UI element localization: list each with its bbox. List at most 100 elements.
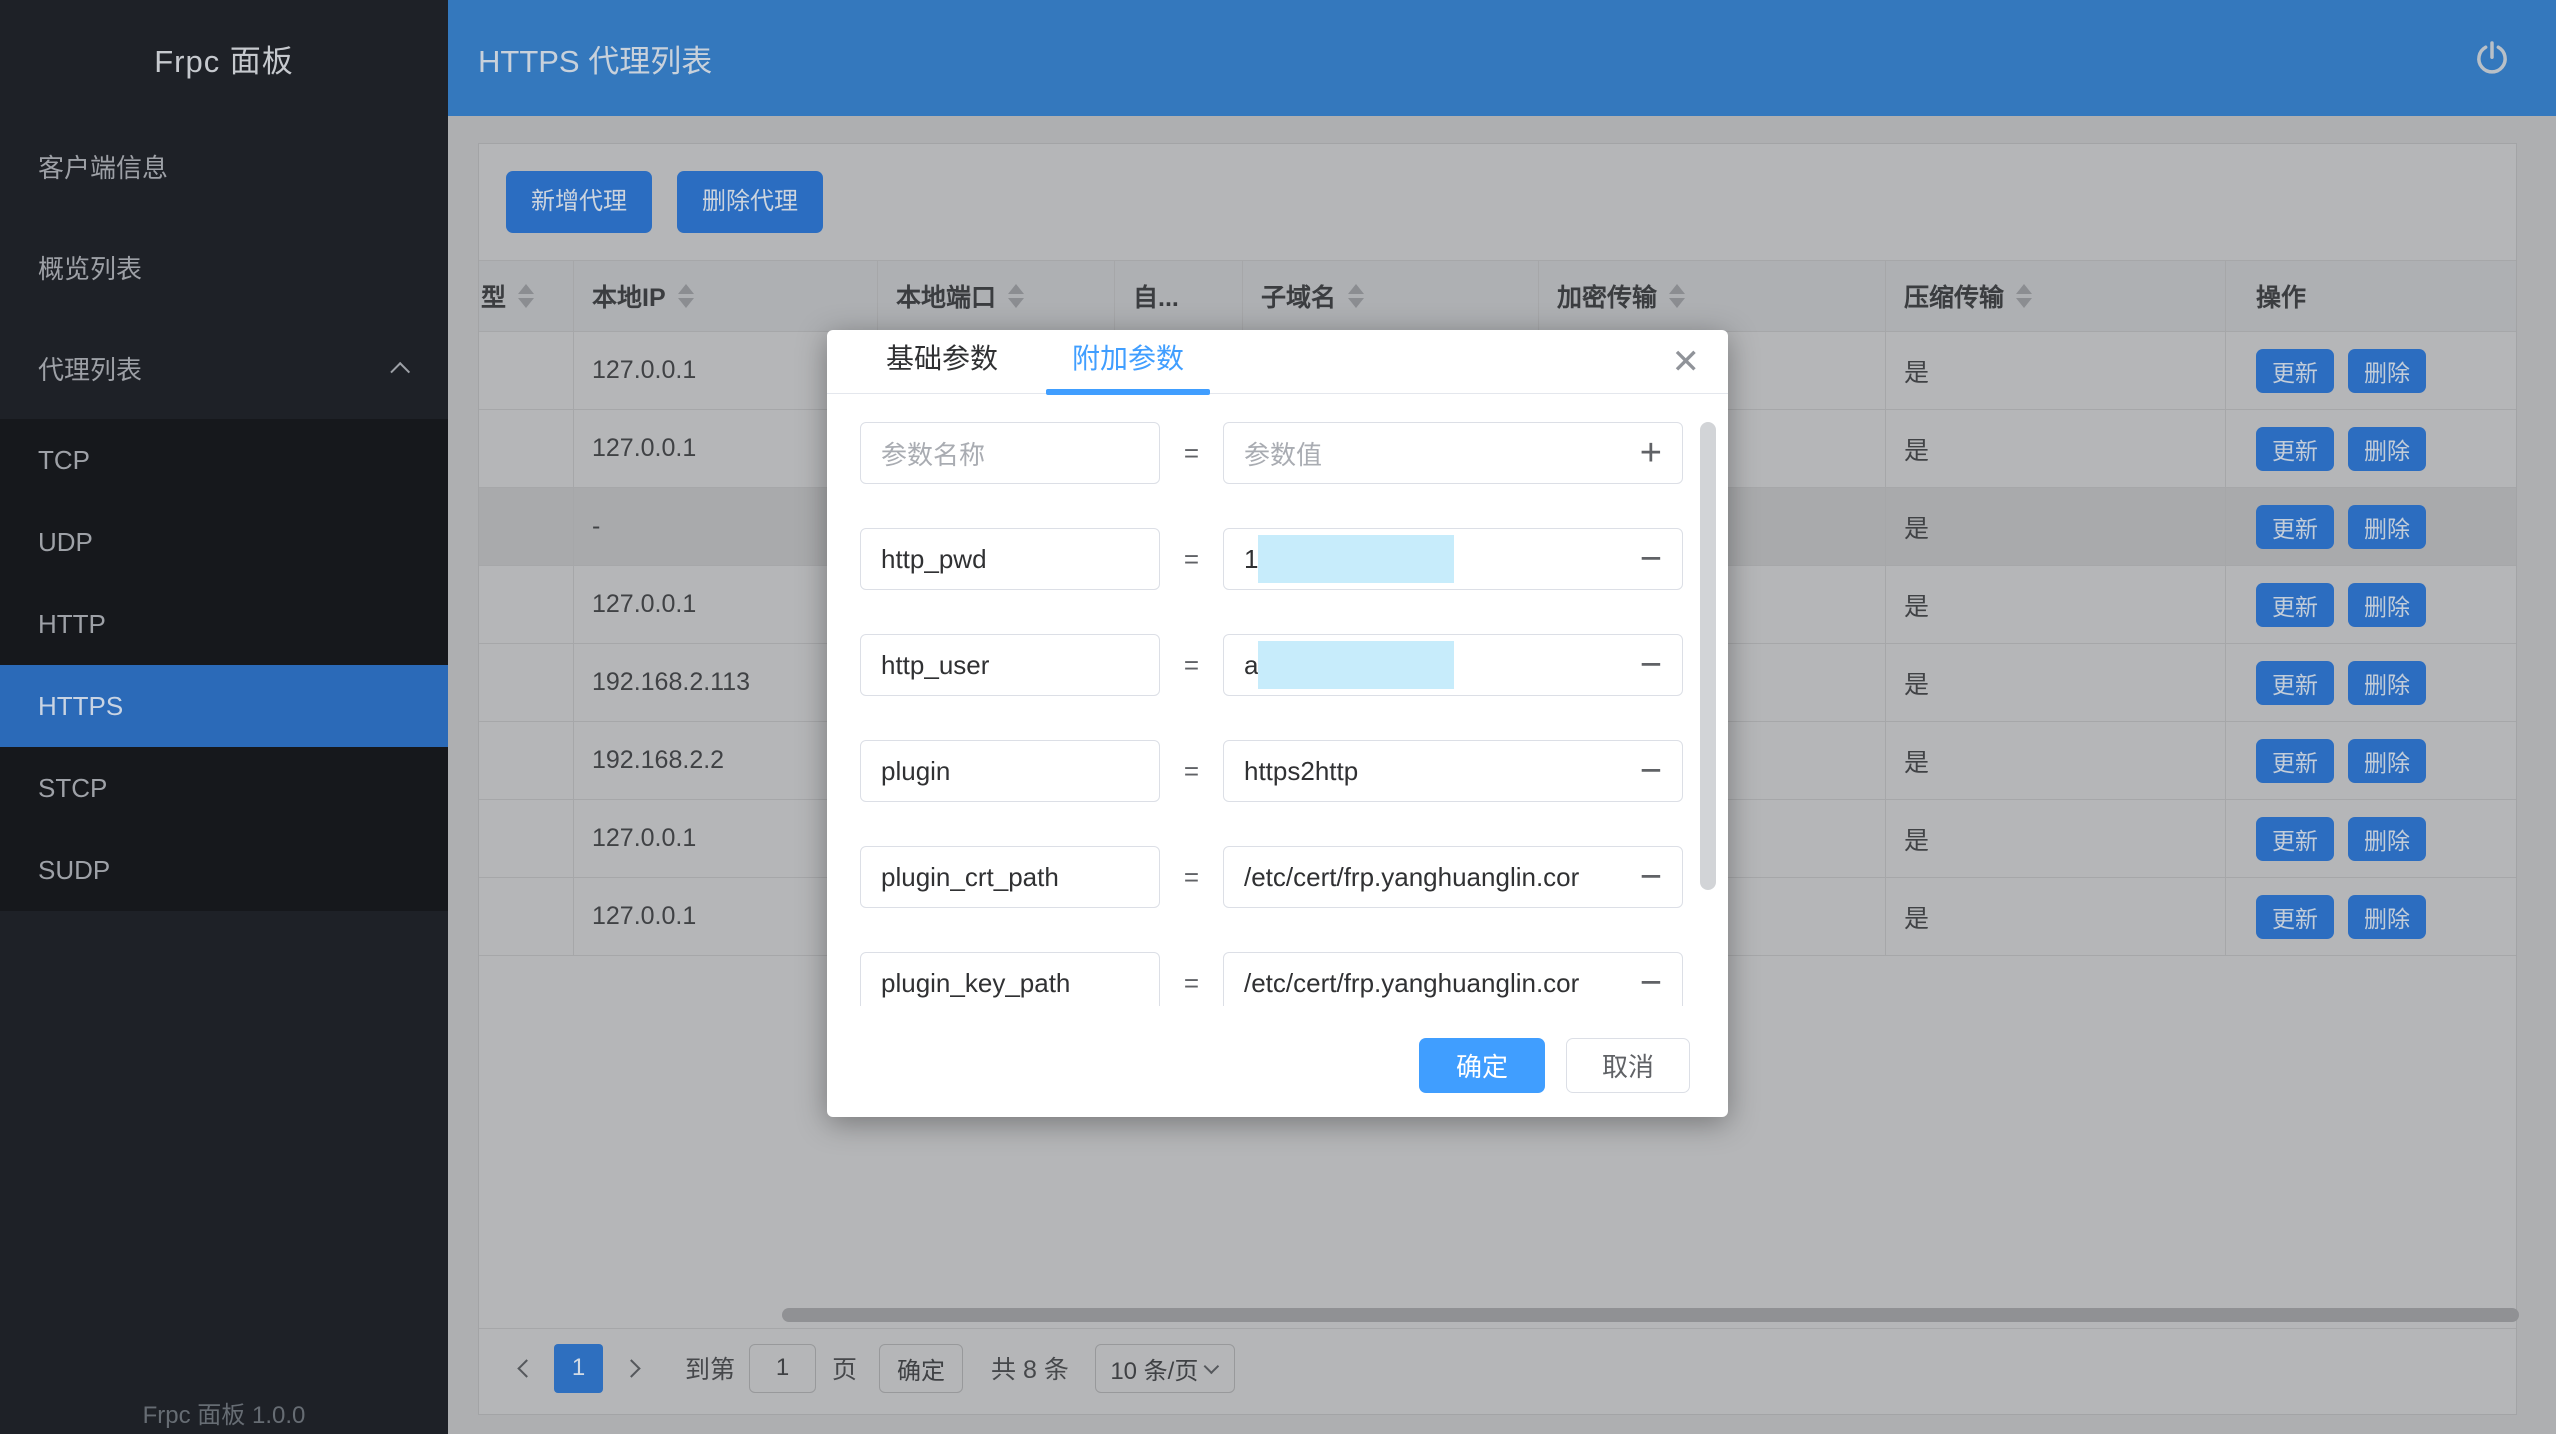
tab-extra-params[interactable]: 附加参数	[1046, 330, 1210, 394]
pagination: 1 到第 页 确定 共 8 条 10 条/页	[479, 1329, 2516, 1407]
sidebar-item-http[interactable]: HTTP	[0, 583, 448, 665]
equals-sign: =	[1160, 544, 1223, 575]
sidebar: Frpc 面板 客户端信息 概览列表 代理列表 TCP UDP HTTP HTT…	[0, 0, 448, 1434]
logout-button[interactable]	[2470, 36, 2514, 80]
sidebar-item-https[interactable]: HTTPS	[0, 665, 448, 747]
param-row: plugin = https2http −	[860, 740, 1683, 802]
equals-sign: =	[1160, 968, 1223, 999]
page-unit-label: 页	[832, 1350, 857, 1386]
redacted-selection	[1258, 641, 1454, 689]
cancel-button[interactable]: 取消	[1566, 1038, 1690, 1093]
remove-param-icon[interactable]: −	[1630, 752, 1662, 790]
sidebar-item-stcp[interactable]: STCP	[0, 747, 448, 829]
sort-icon[interactable]	[1348, 284, 1364, 308]
goto-page-input[interactable]	[749, 1344, 816, 1393]
sort-icon[interactable]	[1008, 284, 1024, 308]
param-row: http_user = a −	[860, 634, 1683, 696]
add-param-icon[interactable]: +	[1630, 434, 1662, 472]
delete-button[interactable]: 删除	[2348, 427, 2426, 471]
app-title: Frpc 面板	[0, 0, 448, 116]
column-header-type[interactable]: 型	[479, 261, 574, 332]
sort-icon[interactable]	[678, 284, 694, 308]
sidebar-item-proxy-list[interactable]: 代理列表	[0, 318, 448, 419]
update-button[interactable]: 更新	[2256, 583, 2334, 627]
confirm-button[interactable]: 确定	[1419, 1038, 1545, 1093]
equals-sign: =	[1160, 862, 1223, 893]
prev-page-button[interactable]	[506, 1344, 546, 1393]
chevron-down-icon	[1204, 1358, 1220, 1374]
redacted-selection	[1258, 535, 1454, 583]
sort-icon[interactable]	[1669, 284, 1685, 308]
param-row: plugin_crt_path = /etc/cert/frp.yanghuan…	[860, 846, 1683, 908]
param-value-input[interactable]: 1 −	[1223, 528, 1683, 590]
column-header-subdomain[interactable]: 子域名	[1243, 261, 1539, 332]
param-name-input[interactable]: 参数名称	[860, 422, 1160, 484]
param-value-input[interactable]: /etc/cert/frp.yanghuanglin.cor −	[1223, 952, 1683, 1006]
sort-icon[interactable]	[2016, 284, 2032, 308]
column-header-local-port[interactable]: 本地端口	[878, 261, 1115, 332]
remove-param-icon[interactable]: −	[1630, 964, 1662, 1002]
param-name-input[interactable]: http_user	[860, 634, 1160, 696]
update-button[interactable]: 更新	[2256, 661, 2334, 705]
column-header-local-ip[interactable]: 本地IP	[574, 261, 878, 332]
update-button[interactable]: 更新	[2256, 505, 2334, 549]
delete-button[interactable]: 删除	[2348, 817, 2426, 861]
delete-proxy-button[interactable]: 删除代理	[677, 171, 823, 233]
delete-button[interactable]: 删除	[2348, 895, 2426, 939]
remove-param-icon[interactable]: −	[1630, 540, 1662, 578]
column-header-compress[interactable]: 压缩传输	[1886, 261, 2226, 332]
sort-icon[interactable]	[518, 284, 534, 308]
close-icon[interactable]: ✕	[1672, 342, 1701, 382]
param-row: http_pwd = 1 −	[860, 528, 1683, 590]
table-toolbar: 新增代理 删除代理	[479, 144, 2516, 260]
column-header-actions: 操作	[2226, 261, 2516, 332]
param-value-input[interactable]: https2http −	[1223, 740, 1683, 802]
dialog-scrollbar[interactable]	[1700, 422, 1716, 890]
horizontal-scrollbar[interactable]	[782, 1308, 2519, 1322]
update-button[interactable]: 更新	[2256, 427, 2334, 471]
remove-param-icon[interactable]: −	[1630, 858, 1662, 896]
sidebar-item-client-info[interactable]: 客户端信息	[0, 116, 448, 217]
sidebar-item-sudp[interactable]: SUDP	[0, 829, 448, 911]
param-value-input[interactable]: /etc/cert/frp.yanghuanglin.cor −	[1223, 846, 1683, 908]
add-proxy-button[interactable]: 新增代理	[506, 171, 652, 233]
param-value-input[interactable]: 参数值 +	[1223, 422, 1683, 484]
delete-button[interactable]: 删除	[2348, 349, 2426, 393]
power-icon	[2473, 39, 2511, 77]
proxy-submenu: TCP UDP HTTP HTTPS STCP SUDP	[0, 419, 448, 911]
dialog-body: 参数名称 = 参数值 + http_pwd = 1 − http_user =	[827, 394, 1728, 1006]
param-name-input[interactable]: plugin	[860, 740, 1160, 802]
param-name-input[interactable]: plugin_key_path	[860, 952, 1160, 1006]
delete-button[interactable]: 删除	[2348, 505, 2426, 549]
goto-confirm-button[interactable]: 确定	[879, 1344, 963, 1393]
page-title: HTTPS 代理列表	[478, 36, 2470, 81]
column-header-encrypt[interactable]: 加密传输	[1539, 261, 1886, 332]
param-name-input[interactable]: plugin_crt_path	[860, 846, 1160, 908]
page-size-select[interactable]: 10 条/页	[1095, 1344, 1235, 1393]
next-page-button[interactable]	[611, 1344, 651, 1393]
page-number-button[interactable]: 1	[554, 1344, 603, 1393]
chevron-up-icon	[390, 361, 410, 381]
app-version: Frpc 面板 1.0.0	[0, 1395, 448, 1430]
dialog-footer: 确定 取消	[1419, 1038, 1690, 1093]
column-header-custom-domain[interactable]: 自...	[1115, 261, 1243, 332]
delete-button[interactable]: 删除	[2348, 661, 2426, 705]
param-name-input[interactable]: http_pwd	[860, 528, 1160, 590]
proxy-params-dialog: 基础参数 附加参数 ✕ 参数名称 = 参数值 + http_pwd = 1 −	[827, 330, 1728, 1117]
delete-button[interactable]: 删除	[2348, 739, 2426, 783]
sidebar-item-tcp[interactable]: TCP	[0, 419, 448, 501]
equals-sign: =	[1160, 650, 1223, 681]
sidebar-item-udp[interactable]: UDP	[0, 501, 448, 583]
update-button[interactable]: 更新	[2256, 817, 2334, 861]
update-button[interactable]: 更新	[2256, 895, 2334, 939]
update-button[interactable]: 更新	[2256, 739, 2334, 783]
update-button[interactable]: 更新	[2256, 349, 2334, 393]
delete-button[interactable]: 删除	[2348, 583, 2426, 627]
remove-param-icon[interactable]: −	[1630, 646, 1662, 684]
dialog-tabs: 基础参数 附加参数 ✕	[827, 330, 1728, 394]
table-header-row: 型 本地IP 本地端口 自... 子域名	[479, 261, 2516, 332]
tab-basic-params[interactable]: 基础参数	[860, 330, 1024, 394]
sidebar-item-overview[interactable]: 概览列表	[0, 217, 448, 318]
equals-sign: =	[1160, 438, 1223, 469]
param-value-input[interactable]: a −	[1223, 634, 1683, 696]
